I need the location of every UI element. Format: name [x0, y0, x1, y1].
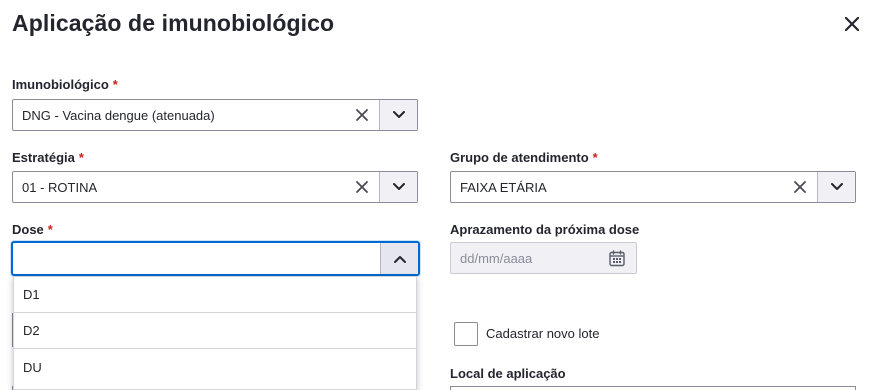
dose-label: Dose *	[12, 222, 53, 237]
dose-value[interactable]	[13, 243, 380, 274]
dose-option-d1[interactable]: D1	[14, 277, 416, 313]
aprazamento-date-field[interactable]: dd/mm/aaaa	[450, 242, 637, 274]
required-marker: *	[78, 150, 84, 165]
clear-icon	[356, 109, 368, 121]
clear-icon	[356, 181, 368, 193]
imunobiologico-select[interactable]: DNG - Vacina dengue (atenuada)	[12, 99, 418, 131]
estrategia-value: 01 - ROTINA	[22, 179, 98, 195]
estrategia-select[interactable]: 01 - ROTINA	[12, 171, 418, 203]
local-select[interactable]	[450, 386, 856, 390]
grupo-label: Grupo de atendimento *	[450, 150, 598, 165]
chevron-up-icon	[393, 255, 406, 263]
dose-select[interactable]	[11, 241, 420, 276]
clear-icon	[794, 181, 806, 193]
required-marker: *	[47, 222, 53, 237]
aprazamento-label: Aprazamento da próxima dose	[450, 222, 640, 237]
required-marker: *	[112, 77, 118, 92]
chevron-down-icon	[830, 183, 843, 190]
calendar-button[interactable]	[598, 249, 636, 267]
calendar-icon	[609, 249, 625, 266]
estrategia-label: Estratégia *	[12, 150, 84, 165]
dose-dropdown-toggle[interactable]	[380, 243, 418, 274]
grupo-dropdown-toggle[interactable]	[817, 172, 855, 202]
novo-lote-label[interactable]: Cadastrar novo lote	[486, 326, 599, 341]
grupo-select[interactable]: FAIXA ETÁRIA	[450, 171, 856, 203]
dose-options-list: D1 D2 DU	[13, 276, 417, 390]
estrategia-clear-button[interactable]	[345, 172, 379, 202]
novo-lote-checkbox[interactable]	[454, 322, 478, 346]
close-button[interactable]	[840, 12, 864, 36]
dose-option-du[interactable]: DU	[14, 349, 416, 385]
modal-title: Aplicação de imunobiológico	[12, 10, 335, 36]
dose-option-d2[interactable]: D2	[14, 313, 416, 349]
estrategia-dropdown-toggle[interactable]	[379, 172, 417, 202]
imunobiologico-clear-button[interactable]	[345, 100, 379, 130]
imunobiologico-value: DNG - Vacina dengue (atenuada)	[22, 107, 215, 123]
aprazamento-input[interactable]: dd/mm/aaaa	[451, 251, 598, 266]
grupo-clear-button[interactable]	[783, 172, 817, 202]
chevron-down-icon	[392, 183, 405, 190]
grupo-value: FAIXA ETÁRIA	[460, 179, 547, 195]
local-label: Local de aplicação	[450, 366, 566, 381]
imunobiologico-label: Imunobiológico *	[12, 77, 118, 92]
close-icon	[845, 17, 859, 31]
imunobiologico-dropdown-toggle[interactable]	[379, 100, 417, 130]
chevron-down-icon	[392, 111, 405, 118]
required-marker: *	[592, 150, 598, 165]
